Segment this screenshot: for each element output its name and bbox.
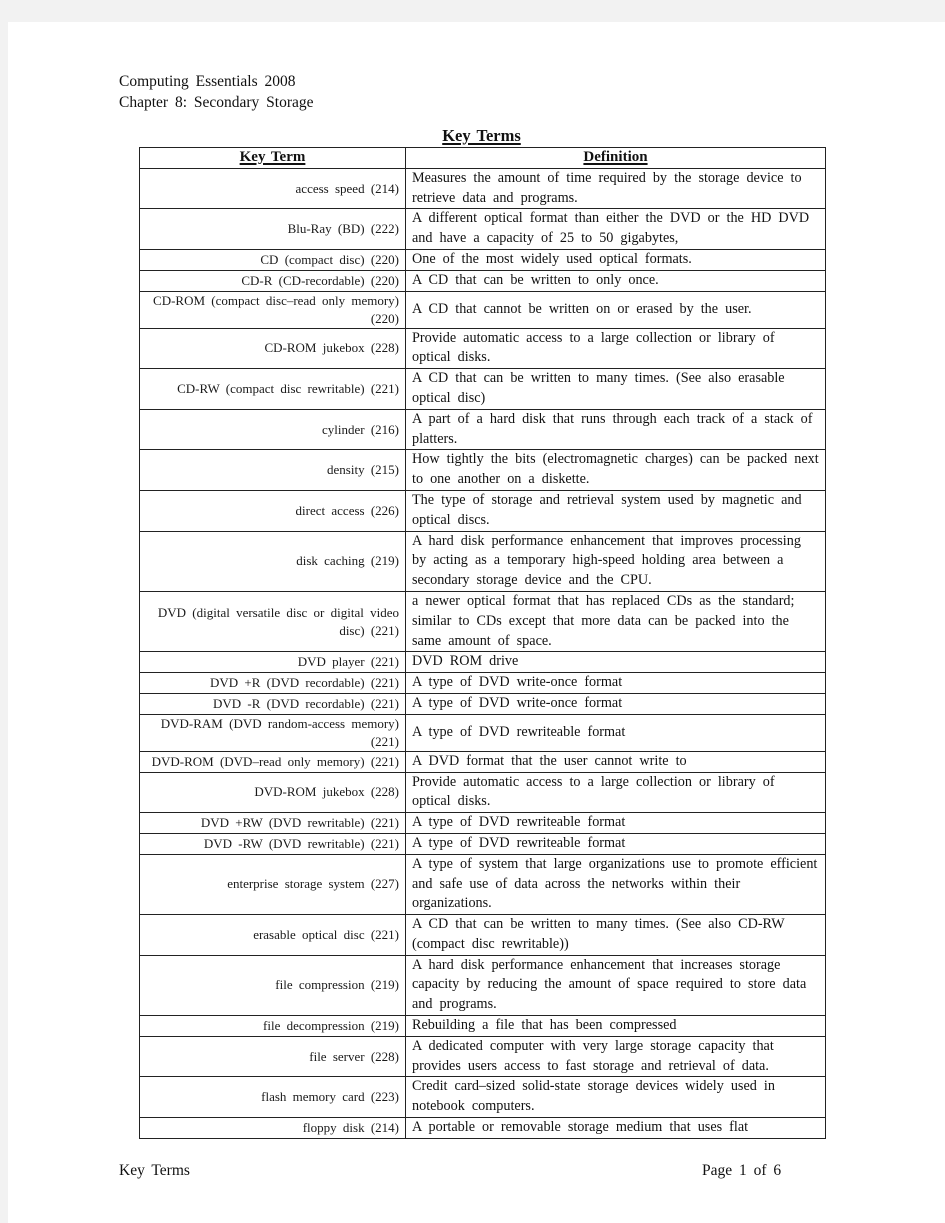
definition-cell: The type of storage and retrieval system… [405, 489, 826, 532]
definition-cell: A type of DVD rewriteable format [405, 832, 826, 855]
definition-cell: a newer optical format that has replaced… [405, 590, 826, 653]
table-row: DVD-ROM (DVD–read only memory) (221) A DV… [139, 750, 826, 773]
key-term-cell: floppy disk (214) [139, 1117, 406, 1139]
table-row: CD-RW (compact disc rewritable) (221) A C… [139, 368, 826, 410]
table-row: DVD -R (DVD recordable) (221) A type of D… [139, 692, 826, 715]
table-row: density (215) How tightly the bits (elect… [139, 449, 826, 491]
key-term-cell: file compression (219) [139, 954, 406, 1017]
page-title-text: Key Terms [442, 126, 521, 145]
key-term-cell: direct access (226) [139, 489, 406, 532]
table-row: CD (compact disc) (220) One of the most w… [139, 248, 826, 271]
key-term-cell: CD-ROM (compact disc–read only memory) (… [139, 290, 406, 329]
key-term-cell: CD-R (CD-recordable) (220) [139, 269, 406, 292]
table-row: Blu-Ray (BD) (222) A different optical fo… [139, 208, 826, 250]
definition-cell: A different optical format than either t… [405, 208, 826, 250]
definition-cell: A dedicated computer with very large sto… [405, 1035, 826, 1078]
table-row: disk caching (219) A hard disk performanc… [139, 530, 826, 592]
key-terms-table: Key Term Definition access speed (214) Me… [139, 147, 826, 1139]
definition-cell: Measures the amount of time required by … [405, 167, 826, 210]
key-term-cell: DVD +RW (DVD rewritable) (221) [139, 812, 406, 834]
table-row: file decompression (219) Rebuilding a fil… [139, 1015, 826, 1037]
table-row: DVD-ROM jukebox (228) Provide automatic a… [139, 771, 826, 814]
table-row: DVD +R (DVD recordable) (221) A type of D… [139, 672, 826, 694]
definition-cell: Provide automatic access to a large coll… [405, 771, 826, 814]
definition-cell: A type of DVD rewriteable format [405, 812, 826, 834]
definition-cell: A type of DVD write-once format [405, 672, 826, 694]
table-row: DVD -RW (DVD rewritable) (221) A type of … [139, 832, 826, 855]
definition-cell: A part of a hard disk that runs through … [405, 408, 826, 451]
definition-cell: One of the most widely used optical form… [405, 248, 826, 271]
table-row: cylinder (216) A part of a hard disk that… [139, 408, 826, 451]
definition-cell: Credit card–sized solid-state storage de… [405, 1076, 826, 1119]
key-term-cell: CD-ROM jukebox (228) [139, 327, 406, 370]
definition-cell: A CD that can be written to many times. … [405, 914, 826, 956]
table-row: file server (228) A dedicated computer wi… [139, 1035, 826, 1078]
definition-cell: A CD that can be written to many times. … [405, 368, 826, 410]
key-term-cell: Blu-Ray (BD) (222) [139, 208, 406, 250]
key-term-cell: disk caching (219) [139, 530, 406, 592]
key-term-cell: DVD (digital versatile disc or digital v… [139, 590, 406, 653]
document-page: Computing Essentials 2008 Chapter 8: Sec… [8, 22, 945, 1223]
definition-cell: Rebuilding a file that has been compress… [405, 1015, 826, 1037]
key-term-cell: DVD-RAM (DVD random-access memory) (221) [139, 713, 406, 752]
table-row: DVD +RW (DVD rewritable) (221) A type of … [139, 812, 826, 834]
key-term-cell: CD-RW (compact disc rewritable) (221) [139, 368, 406, 410]
table-row: DVD (digital versatile disc or digital v… [139, 590, 826, 653]
definition-cell: Provide automatic access to a large coll… [405, 327, 826, 370]
key-term-cell: file decompression (219) [139, 1015, 406, 1037]
column-header-label: Definition [583, 149, 648, 165]
definition-cell: A CD that can be written to only once. [405, 269, 826, 292]
table-row: CD-ROM jukebox (228) Provide automatic ac… [139, 327, 826, 370]
table-row: access speed (214) Measures the amount of… [139, 167, 826, 210]
definition-cell: DVD ROM drive [405, 651, 826, 674]
footer-section-label: Key Terms [119, 1162, 190, 1179]
table-row: file compression (219) A hard disk perfor… [139, 954, 826, 1017]
chapter-title: Chapter 8: Secondary Storage [119, 94, 314, 111]
table-row: CD-R (CD-recordable) (220) A CD that can … [139, 269, 826, 292]
table-row: DVD player (221) DVD ROM drive [139, 651, 826, 674]
definition-cell: A hard disk performance enhancement that… [405, 530, 826, 592]
document-header: Computing Essentials 2008 Chapter 8: Sec… [119, 71, 314, 113]
key-term-cell: access speed (214) [139, 167, 406, 210]
definition-cell: A CD that cannot be written on or erased… [405, 290, 826, 329]
definition-cell: A type of DVD rewriteable format [405, 713, 826, 752]
page-title: Key Terms [138, 126, 825, 146]
book-title: Computing Essentials 2008 [119, 73, 296, 90]
table-row: CD-ROM (compact disc–read only memory) (… [139, 290, 826, 329]
key-term-cell: DVD-ROM jukebox (228) [139, 771, 406, 814]
definition-cell: A type of system that large organization… [405, 853, 826, 916]
key-term-cell: erasable optical disc (221) [139, 914, 406, 956]
footer-page-number: Page 1 of 6 [702, 1162, 782, 1179]
definition-cell: How tightly the bits (electromagnetic ch… [405, 449, 826, 491]
table-row: enterprise storage system (227) A type of… [139, 853, 826, 916]
definition-cell: A portable or removable storage medium t… [405, 1117, 826, 1139]
column-header-label: Key Term [239, 149, 306, 165]
column-header-key-term: Key Term [139, 147, 406, 169]
key-term-cell: DVD player (221) [139, 651, 406, 674]
key-term-cell: flash memory card (223) [139, 1076, 406, 1119]
key-term-cell: DVD -RW (DVD rewritable) (221) [139, 832, 406, 855]
table-row: direct access (226) The type of storage a… [139, 489, 826, 532]
key-term-cell: cylinder (216) [139, 408, 406, 451]
key-term-cell: density (215) [139, 449, 406, 491]
column-header-definition: Definition [405, 147, 826, 169]
key-term-cell: DVD +R (DVD recordable) (221) [139, 672, 406, 694]
key-term-cell: file server (228) [139, 1035, 406, 1078]
key-term-cell: CD (compact disc) (220) [139, 248, 406, 271]
table-row: DVD-RAM (DVD random-access memory) (221)… [139, 713, 826, 752]
table-body: access speed (214) Measures the amount of… [139, 167, 826, 1139]
table-header-row: Key Term Definition [139, 147, 826, 169]
table-row: floppy disk (214) A portable or removable… [139, 1117, 826, 1139]
key-term-cell: enterprise storage system (227) [139, 853, 406, 916]
definition-cell: A type of DVD write-once format [405, 692, 826, 715]
key-term-cell: DVD -R (DVD recordable) (221) [139, 692, 406, 715]
table-row: erasable optical disc (221) A CD that can… [139, 914, 826, 956]
definition-cell: A hard disk performance enhancement that… [405, 954, 826, 1017]
key-term-cell: DVD-ROM (DVD–read only memory) (221) [139, 750, 406, 773]
table-row: flash memory card (223) Credit card–sized… [139, 1076, 826, 1119]
definition-cell: A DVD format that the user cannot write … [405, 750, 826, 773]
